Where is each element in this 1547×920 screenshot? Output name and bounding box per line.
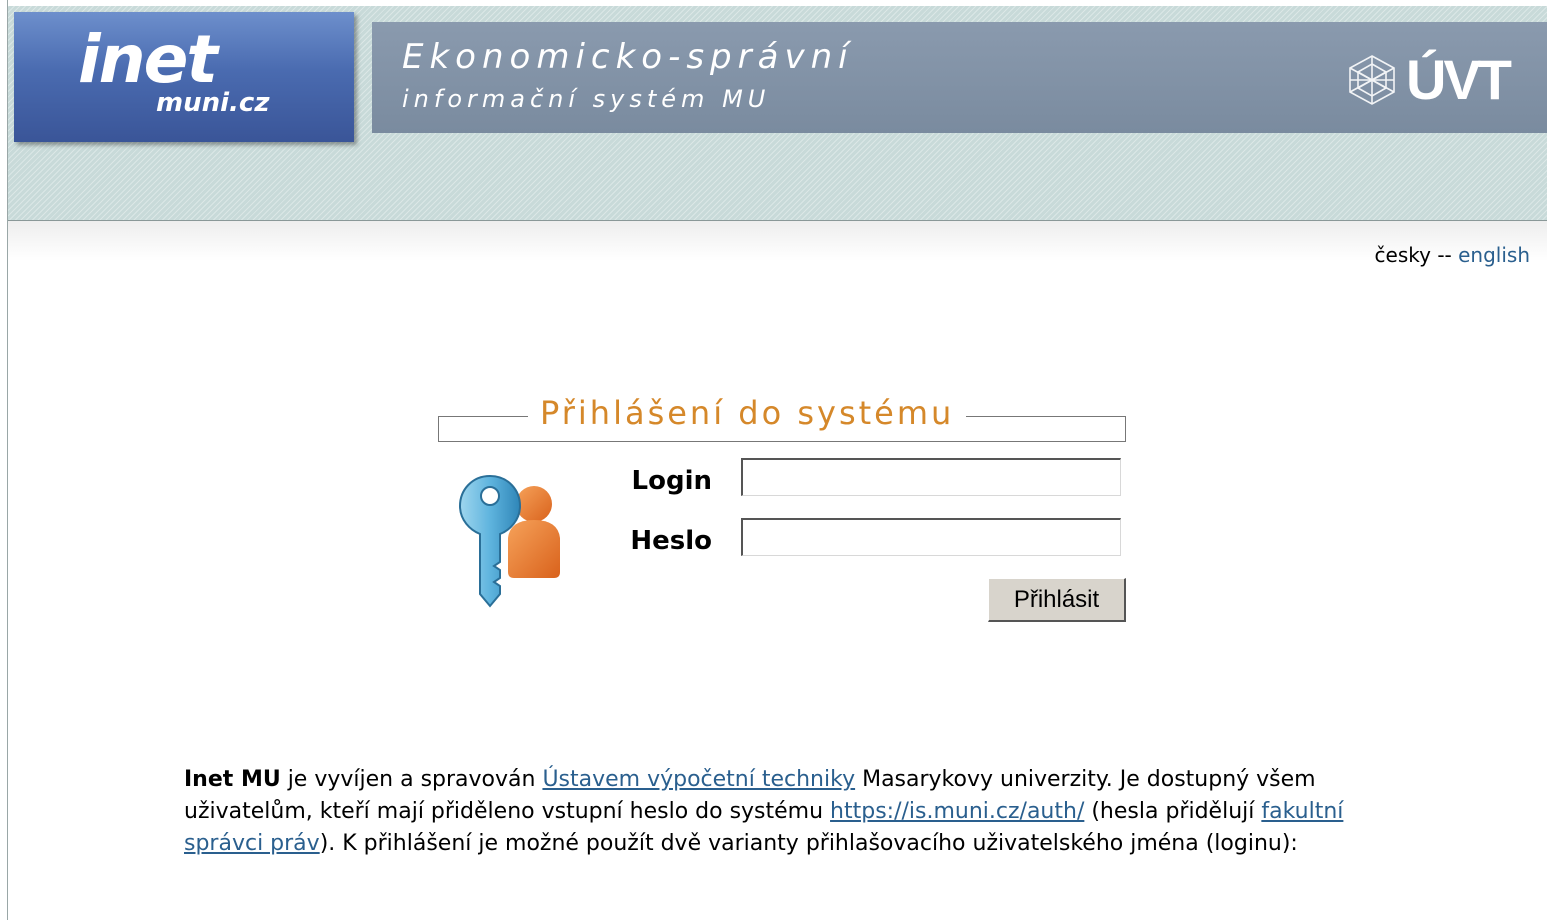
system-subtitle: informační systém MU [402, 85, 771, 113]
language-switcher: česky -- english [1375, 243, 1530, 267]
lang-current: česky [1374, 243, 1431, 267]
inet-logo[interactable]: inet muni.cz [14, 12, 354, 142]
product-name: Inet MU [184, 767, 281, 792]
login-label: Login [631, 466, 712, 496]
login-input[interactable] [741, 458, 1121, 496]
key-user-icon [458, 474, 560, 608]
is-muni-link[interactable]: https://is.muni.cz/auth/ [830, 799, 1084, 824]
page: inet muni.cz Ekonomicko-správní informač… [0, 0, 1547, 920]
login-heading: Přihlášení do systému [528, 392, 967, 434]
system-title: Ekonomicko-správní [402, 37, 854, 77]
info-paragraph: Inet MU je vyvíjen a spravován Ústavem v… [184, 764, 1414, 860]
info-text-4: ). K přihlášení je možné použít dvě vari… [319, 831, 1298, 856]
info-text-1: je vyvíjen a spravován [280, 767, 543, 792]
password-label: Heslo [630, 526, 712, 556]
title-bar: Ekonomicko-správní informační systém MU … [372, 22, 1547, 133]
info-text-3: (hesla přidělují [1084, 799, 1262, 824]
lang-english-link[interactable]: english [1458, 243, 1530, 267]
login-submit-button[interactable]: Přihlásit [988, 578, 1126, 622]
uvt-link[interactable]: Ústavem výpočetní techniky [542, 767, 855, 792]
lang-separator: -- [1437, 243, 1452, 267]
logo-sub-text: muni.cz [156, 88, 270, 118]
uvt-logo[interactable]: ÚVT [1344, 48, 1530, 112]
content-top-shade [8, 221, 1547, 261]
uvt-logo-text: ÚVT [1406, 48, 1512, 111]
password-input[interactable] [741, 518, 1121, 556]
cube-wireframe-icon [1349, 55, 1395, 105]
